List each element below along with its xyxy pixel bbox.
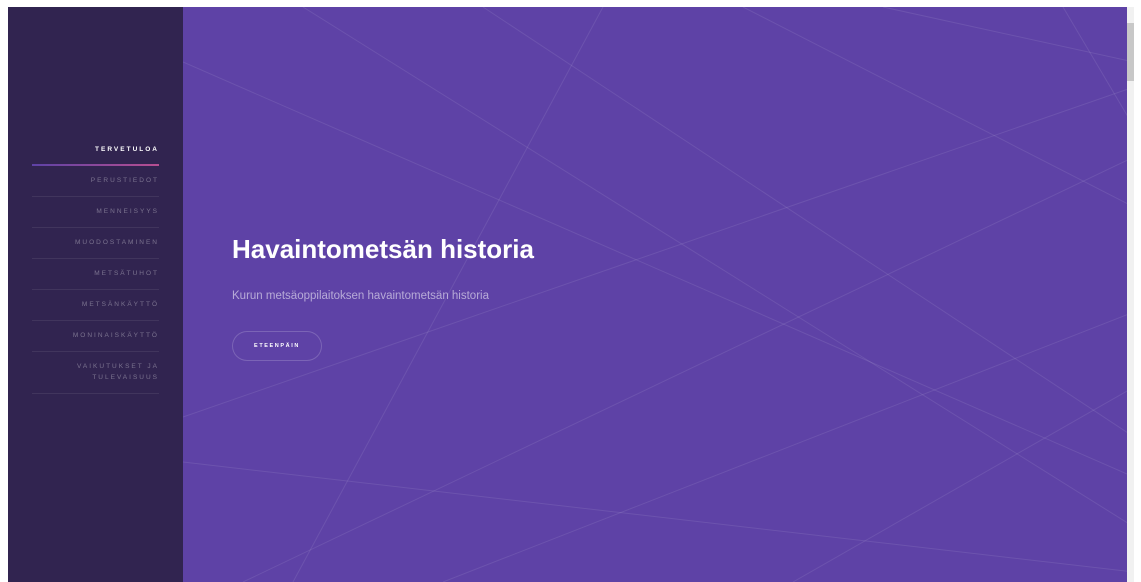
background-line: [302, 7, 1134, 528]
background-line: [882, 7, 1134, 63]
page-subtitle: Kurun metsäoppilaitoksen havaintometsän …: [232, 290, 489, 302]
background-line: [183, 61, 1134, 478]
next-button[interactable]: ETEENPÄIN: [232, 331, 322, 361]
sidebar-item-vaikutukset-ja-tulevaisuus[interactable]: VAIKUTUKSET JA TULEVAISUUS: [32, 352, 159, 394]
sidebar: TERVETULOA PERUSTIEDOT MENNEISYYS MUODOS…: [8, 7, 183, 582]
sidebar-item-metsankaytto[interactable]: METSÄNKÄYTTÖ: [32, 290, 159, 321]
page-title: Havaintometsän historia: [232, 234, 534, 264]
hero-section: Havaintometsän historia Kurun metsäoppil…: [183, 7, 1134, 582]
background-line: [482, 7, 1134, 438]
sidebar-item-muodostaminen[interactable]: MUODOSTAMINEN: [32, 228, 159, 259]
scrollbar-thumb[interactable]: [1127, 23, 1134, 81]
sidebar-item-moninaiskaytto[interactable]: MONINAISKÄYTTÖ: [32, 321, 159, 352]
sidebar-item-perustiedot[interactable]: PERUSTIEDOT: [32, 166, 159, 197]
sidebar-item-metsatuhot[interactable]: METSÄTUHOT: [32, 259, 159, 290]
page-frame: TERVETULOA PERUSTIEDOT MENNEISYYS MUODOS…: [8, 7, 1134, 582]
background-line: [183, 461, 1134, 573]
background-line: [242, 156, 1134, 582]
background-line: [1062, 7, 1134, 128]
background-line: [442, 311, 1134, 582]
sidebar-item-menneisyys[interactable]: MENNEISYYS: [32, 197, 159, 228]
sidebar-nav: TERVETULOA PERUSTIEDOT MENNEISYYS MUODOS…: [32, 135, 159, 394]
sidebar-item-tervetuloa[interactable]: TERVETULOA: [32, 135, 159, 166]
scrollbar[interactable]: [1127, 7, 1134, 582]
